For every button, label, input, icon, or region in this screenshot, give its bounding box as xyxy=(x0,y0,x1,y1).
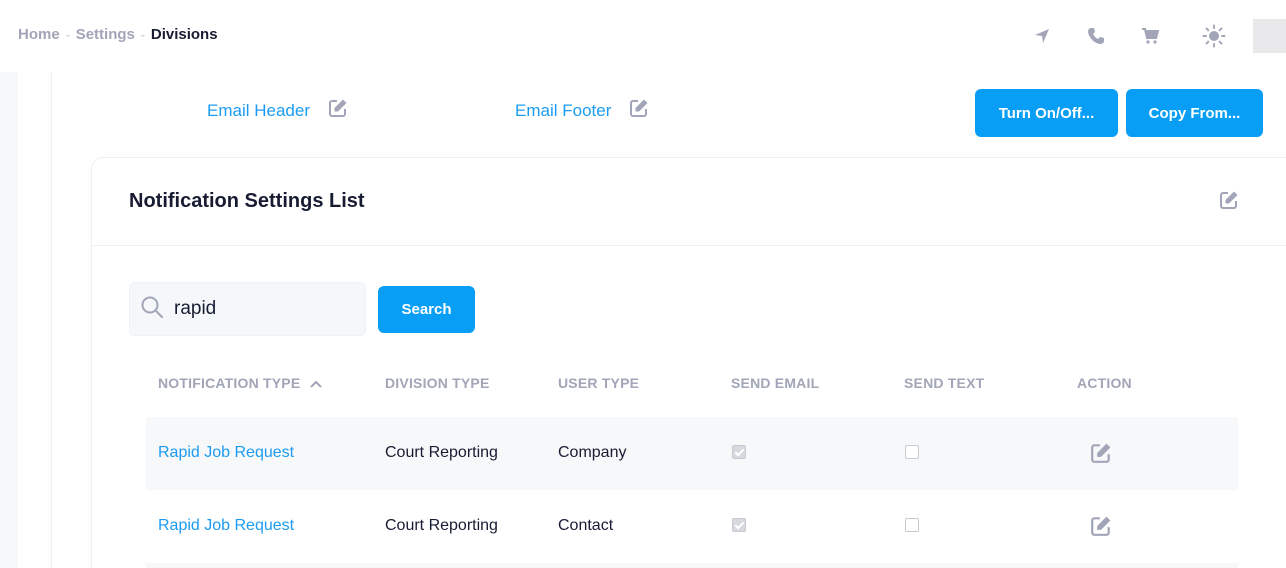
breadcrumb-current: Divisions xyxy=(150,26,218,43)
email-header-label[interactable]: Email Header xyxy=(207,101,310,121)
edit-icon[interactable] xyxy=(1219,190,1239,215)
breadcrumb-separator: - xyxy=(140,27,145,42)
table-row xyxy=(146,563,1238,568)
user-type-cell: Contact xyxy=(558,517,614,534)
breadcrumb-settings[interactable]: Settings xyxy=(76,26,135,43)
copy-from-button[interactable]: Copy From... xyxy=(1126,89,1263,137)
user-type-cell: Company xyxy=(558,444,627,461)
top-bar: Home - Settings - Divisions xyxy=(0,0,1286,72)
column-user-type[interactable]: USER TYPE xyxy=(558,375,639,391)
breadcrumb: Home - Settings - Divisions xyxy=(18,26,218,43)
email-footer-link[interactable]: Email Footer xyxy=(515,98,649,123)
card-header: Notification Settings List xyxy=(92,158,1286,246)
navigation-icon[interactable] xyxy=(1030,24,1054,48)
breadcrumb-separator: - xyxy=(65,27,70,42)
chevron-up-icon[interactable] xyxy=(310,375,323,391)
email-header-link[interactable]: Email Header xyxy=(207,98,348,123)
email-footer-label[interactable]: Email Footer xyxy=(515,101,611,121)
notification-type-link[interactable]: Rapid Job Request xyxy=(158,517,294,535)
left-divider xyxy=(51,72,52,568)
division-type-cell: Court Reporting xyxy=(385,444,498,461)
send-email-checkbox[interactable] xyxy=(732,518,746,532)
edit-icon[interactable] xyxy=(328,98,348,123)
phone-icon[interactable] xyxy=(1084,24,1108,48)
send-text-checkbox[interactable] xyxy=(905,518,919,532)
search-button[interactable]: Search xyxy=(378,286,475,333)
table-row: Rapid Job Request Court Reporting Contac… xyxy=(146,490,1238,563)
edit-icon[interactable] xyxy=(1090,442,1112,469)
edit-icon[interactable] xyxy=(1090,515,1112,542)
division-type-cell: Court Reporting xyxy=(385,517,498,534)
edit-icon[interactable] xyxy=(629,98,649,123)
search-input[interactable] xyxy=(174,298,344,320)
search-icon xyxy=(140,295,164,324)
column-send-email[interactable]: SEND EMAIL xyxy=(731,375,819,391)
avatar[interactable] xyxy=(1253,19,1286,53)
column-action: ACTION xyxy=(1077,375,1132,391)
cart-icon[interactable] xyxy=(1138,24,1162,48)
sun-icon[interactable] xyxy=(1202,24,1226,48)
search-box xyxy=(129,282,366,336)
table-header: NOTIFICATION TYPE DIVISION TYPE USER TYP… xyxy=(92,368,1286,408)
breadcrumb-home[interactable]: Home xyxy=(18,26,60,43)
table-row: Rapid Job Request Court Reporting Compan… xyxy=(146,417,1238,490)
notification-settings-card: Notification Settings List Search NOTIFI… xyxy=(91,157,1286,568)
send-text-checkbox[interactable] xyxy=(905,445,919,459)
turn-on-off-button[interactable]: Turn On/Off... xyxy=(975,89,1118,137)
topbar-icons xyxy=(1030,24,1226,48)
card-title: Notification Settings List xyxy=(129,190,365,212)
left-sidebar-strip xyxy=(0,72,18,568)
notification-type-link[interactable]: Rapid Job Request xyxy=(158,444,294,462)
send-email-checkbox[interactable] xyxy=(732,445,746,459)
column-send-text[interactable]: SEND TEXT xyxy=(904,375,984,391)
column-division-type[interactable]: DIVISION TYPE xyxy=(385,375,490,391)
column-notification-type[interactable]: NOTIFICATION TYPE xyxy=(158,375,323,391)
